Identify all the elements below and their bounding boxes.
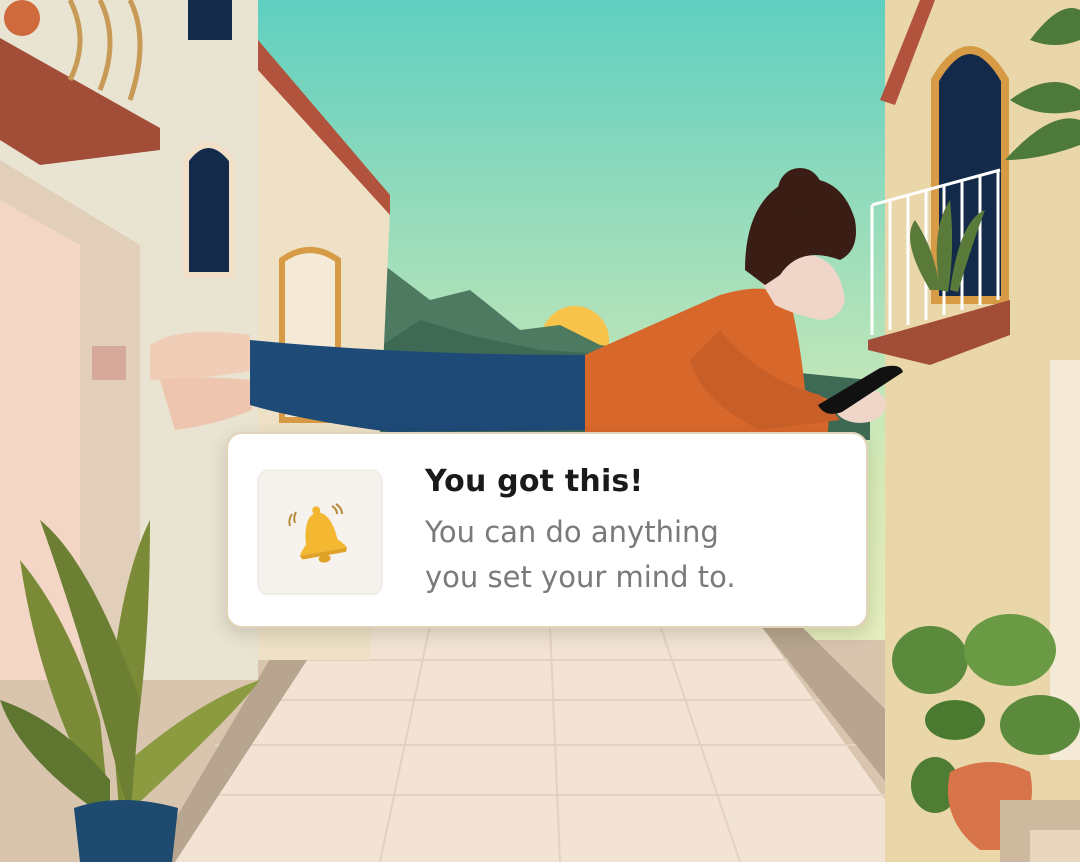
notification-title: You got this! bbox=[425, 464, 644, 499]
notification-message: You can do anything you set your mind to… bbox=[425, 510, 845, 600]
arched-window-left bbox=[183, 142, 235, 278]
bell-icon bbox=[288, 503, 348, 563]
notification-icon-container bbox=[258, 470, 382, 594]
notification-message-line: You can do anything bbox=[425, 515, 719, 549]
notification-message-line: you set your mind to. bbox=[425, 560, 736, 594]
plant-pot-left bbox=[74, 800, 178, 862]
illustration-background bbox=[0, 0, 1080, 862]
street-scene-illustration bbox=[0, 0, 1080, 862]
notification-card[interactable]: You got this! You can do anything you se… bbox=[226, 432, 868, 628]
